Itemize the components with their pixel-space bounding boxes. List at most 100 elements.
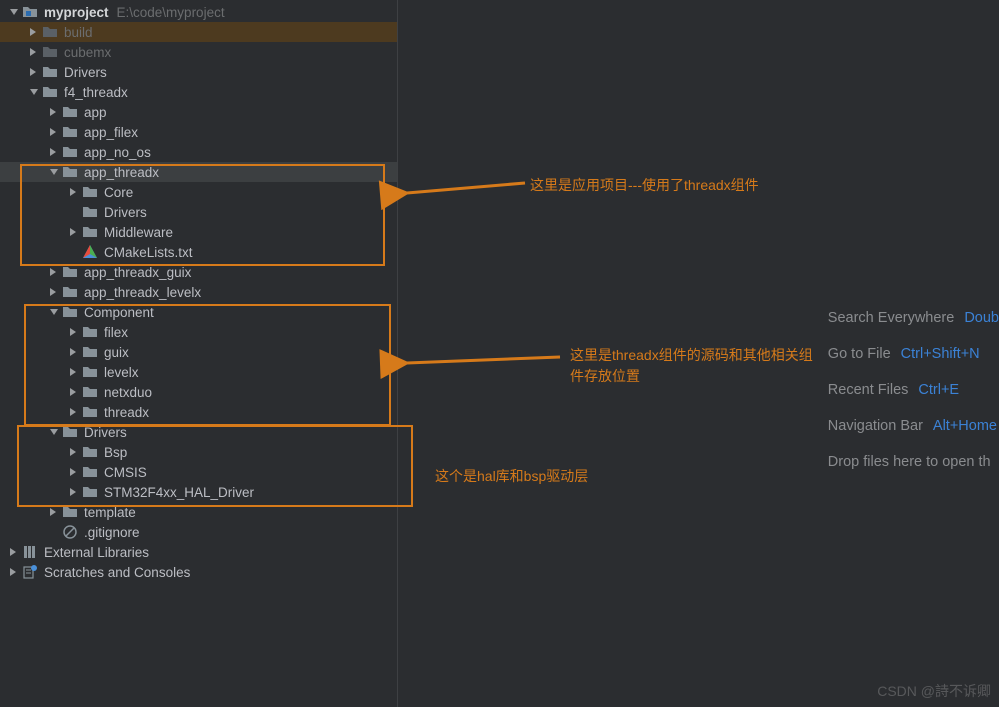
tree-item-app-threadx-levelx[interactable]: app_threadx_levelx: [0, 282, 397, 302]
tree-item-app[interactable]: app: [0, 102, 397, 122]
tree-item-gitignore[interactable]: .gitignore: [0, 522, 397, 542]
folder-icon: [62, 124, 78, 140]
item-label: CMSIS: [104, 465, 147, 480]
tree-item-drivers3[interactable]: Drivers: [0, 422, 397, 442]
folder-icon: [42, 84, 58, 100]
tree-item-template[interactable]: template: [0, 502, 397, 522]
chevron-right-icon[interactable]: [66, 384, 82, 400]
project-tree[interactable]: myproject E:\code\myproject build cubemx…: [0, 0, 397, 582]
item-label: app_threadx_levelx: [84, 285, 201, 300]
chevron-down-icon[interactable]: [6, 4, 22, 20]
item-label: Scratches and Consoles: [44, 565, 190, 580]
folder-icon: [42, 64, 58, 80]
folder-icon: [62, 104, 78, 120]
folder-icon: [82, 404, 98, 420]
item-label: Component: [84, 305, 154, 320]
tree-item-cmakelists[interactable]: CMakeLists.txt: [0, 242, 397, 262]
chevron-down-icon[interactable]: [46, 304, 62, 320]
folder-icon: [42, 44, 58, 60]
annotation-text-2: 这里是threadx组件的源码和其他相关组件存放位置: [570, 345, 820, 387]
folder-icon: [62, 264, 78, 280]
chevron-right-icon[interactable]: [46, 264, 62, 280]
tree-item-external-libraries[interactable]: External Libraries: [0, 542, 397, 562]
item-label: build: [64, 25, 93, 40]
item-label: guix: [104, 345, 129, 360]
item-label: app_threadx: [84, 165, 159, 180]
chevron-down-icon[interactable]: [46, 424, 62, 440]
item-label: template: [84, 505, 136, 520]
chevron-right-icon[interactable]: [66, 464, 82, 480]
folder-icon: [62, 424, 78, 440]
item-label: External Libraries: [44, 545, 149, 560]
chevron-right-icon[interactable]: [46, 124, 62, 140]
root-name: myproject: [44, 5, 109, 20]
tree-item-levelx[interactable]: levelx: [0, 362, 397, 382]
chevron-right-icon[interactable]: [66, 364, 82, 380]
tree-item-hal-driver[interactable]: STM32F4xx_HAL_Driver: [0, 482, 397, 502]
tree-item-drivers[interactable]: Drivers: [0, 62, 397, 82]
folder-icon: [62, 164, 78, 180]
folder-icon: [82, 224, 98, 240]
item-label: .gitignore: [84, 525, 140, 540]
tree-item-guix[interactable]: guix: [0, 342, 397, 362]
chevron-right-icon[interactable]: [6, 544, 22, 560]
item-label: Bsp: [104, 445, 127, 460]
tree-item-core[interactable]: Core: [0, 182, 397, 202]
tree-item-component[interactable]: Component: [0, 302, 397, 322]
chevron-right-icon[interactable]: [46, 144, 62, 160]
chevron-down-icon[interactable]: [46, 164, 62, 180]
chevron-right-icon[interactable]: [66, 324, 82, 340]
tree-item-app-no-os[interactable]: app_no_os: [0, 142, 397, 162]
tree-item-app-filex[interactable]: app_filex: [0, 122, 397, 142]
tree-item-bsp[interactable]: Bsp: [0, 442, 397, 462]
folder-icon: [62, 284, 78, 300]
chevron-right-icon[interactable]: [46, 284, 62, 300]
item-label: Core: [104, 185, 133, 200]
chevron-down-icon[interactable]: [26, 84, 42, 100]
tree-item-app-threadx-guix[interactable]: app_threadx_guix: [0, 262, 397, 282]
gitignore-icon: [62, 524, 78, 540]
folder-icon: [82, 204, 98, 220]
chevron-right-icon[interactable]: [66, 224, 82, 240]
item-label: threadx: [104, 405, 149, 420]
folder-icon: [82, 484, 98, 500]
tree-item-scratches[interactable]: Scratches and Consoles: [0, 562, 397, 582]
tree-item-filex[interactable]: filex: [0, 322, 397, 342]
item-label: levelx: [104, 365, 139, 380]
chevron-right-icon[interactable]: [26, 24, 42, 40]
folder-icon: [82, 384, 98, 400]
chevron-right-icon[interactable]: [66, 404, 82, 420]
chevron-right-icon[interactable]: [46, 104, 62, 120]
scratches-icon: [22, 564, 38, 580]
folder-icon: [62, 144, 78, 160]
chevron-right-icon[interactable]: [66, 444, 82, 460]
annotation-text-3: 这个是hal库和bsp驱动层: [435, 466, 588, 487]
tree-root[interactable]: myproject E:\code\myproject: [0, 2, 397, 22]
tree-item-middleware[interactable]: Middleware: [0, 222, 397, 242]
chevron-right-icon[interactable]: [26, 64, 42, 80]
tree-item-app-threadx[interactable]: app_threadx: [0, 162, 397, 182]
item-label: app_filex: [84, 125, 138, 140]
tree-item-drivers2[interactable]: Drivers: [0, 202, 397, 222]
libraries-icon: [22, 544, 38, 560]
project-folder-icon: [22, 4, 38, 20]
folder-icon: [42, 24, 58, 40]
tree-item-build[interactable]: build: [0, 22, 397, 42]
folder-icon: [82, 464, 98, 480]
chevron-right-icon[interactable]: [66, 484, 82, 500]
folder-icon: [82, 444, 98, 460]
chevron-right-icon[interactable]: [66, 184, 82, 200]
tree-item-netxduo[interactable]: netxduo: [0, 382, 397, 402]
chevron-right-icon[interactable]: [46, 504, 62, 520]
help-shortcuts: Search EverywhereDoub Go to FileCtrl+Shi…: [828, 300, 999, 480]
chevron-right-icon[interactable]: [66, 344, 82, 360]
chevron-right-icon[interactable]: [6, 564, 22, 580]
tree-item-cmsis[interactable]: CMSIS: [0, 462, 397, 482]
folder-icon: [82, 344, 98, 360]
tree-item-cubemx[interactable]: cubemx: [0, 42, 397, 62]
tree-item-threadx[interactable]: threadx: [0, 402, 397, 422]
folder-icon: [82, 184, 98, 200]
chevron-right-icon[interactable]: [26, 44, 42, 60]
item-label: cubemx: [64, 45, 111, 60]
tree-item-f4-threadx[interactable]: f4_threadx: [0, 82, 397, 102]
